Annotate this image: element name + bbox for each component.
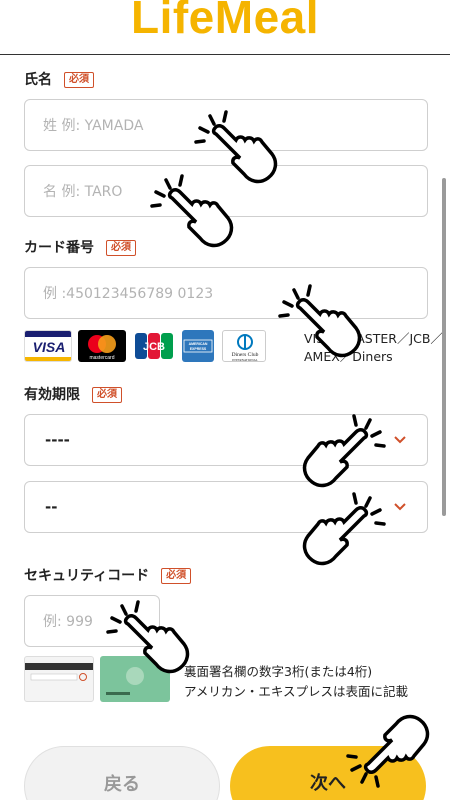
expiry-label: 有効期限 必須 [24, 385, 122, 405]
svg-text:EXPRESS: EXPRESS [190, 347, 207, 351]
required-badge: 必須 [106, 240, 136, 256]
security-code-input[interactable]: 例: 999 [24, 595, 160, 647]
name-label: 氏名 必須 [24, 70, 94, 90]
amex-logo: AMERICAN EXPRESS [182, 330, 214, 362]
required-badge: 必須 [161, 568, 192, 584]
expiry-year-select[interactable]: -- [24, 481, 428, 533]
scrollbar-thumb[interactable] [442, 178, 446, 516]
name-label-text: 氏名 [24, 72, 52, 88]
security-code-label: セキュリティコード 必須 [24, 566, 192, 586]
mastercard-text: mastercard [89, 355, 114, 361]
card-number-label-text: カード番号 [24, 240, 94, 256]
required-badge: 必須 [92, 387, 122, 403]
expiry-year-value: -- [45, 498, 58, 516]
visa-logo: VISA [24, 330, 72, 362]
security-code-placeholder: 例: 999 [43, 614, 93, 630]
card-back-image [24, 656, 94, 702]
accepted-brands-text: VISA／MASTER／JCB／ AMEX／Diners [304, 330, 450, 366]
svg-text:AMERICAN: AMERICAN [189, 342, 208, 346]
mastercard-logo: mastercard [78, 330, 126, 362]
first-name-placeholder: 名 例: TARO [43, 184, 123, 200]
jcb-logo: JCB [134, 330, 174, 362]
security-code-note-line2: アメリカン・エキスプレスは表面に記載 [184, 684, 409, 699]
visa-text: VISA [33, 339, 66, 355]
expiry-label-text: 有効期限 [24, 387, 80, 403]
security-code-label-text: セキュリティコード [24, 568, 150, 584]
card-number-label: カード番号 必須 [24, 238, 136, 258]
accepted-brands-line1: VISA／MASTER／JCB／ [304, 331, 443, 346]
accepted-brands-line2: AMEX／Diners [304, 349, 393, 364]
card-brands: VISA mastercard JCB AMERICAN EXPRESS Din… [24, 330, 444, 364]
card-number-placeholder: 例 :450123456789 0123 [43, 286, 214, 302]
last-name-placeholder: 姓 例: YAMADA [43, 118, 144, 134]
security-code-note-line1: 裏面署名欄の数字3桁(または4桁) [184, 664, 373, 679]
back-button[interactable]: 戻る [24, 746, 220, 800]
chevron-down-icon [394, 436, 406, 444]
chevron-down-icon [394, 503, 406, 511]
expiry-month-select[interactable]: ---- [24, 414, 428, 466]
card-number-input[interactable]: 例 :450123456789 0123 [24, 267, 428, 319]
svg-text:INTERNATIONAL: INTERNATIONAL [232, 358, 258, 362]
diners-logo: Diners Club INTERNATIONAL [222, 330, 266, 362]
jcb-text: JCB [143, 341, 165, 353]
lifemeal-logo: LifeMeal [130, 0, 320, 43]
first-name-input[interactable]: 名 例: TARO [24, 165, 428, 217]
security-code-note: 裏面署名欄の数字3桁(または4桁) アメリカン・エキスプレスは表面に記載 [184, 662, 408, 702]
expiry-month-value: ---- [45, 431, 70, 449]
required-badge: 必須 [64, 72, 94, 88]
last-name-input[interactable]: 姓 例: YAMADA [24, 99, 428, 151]
card-front-image [100, 656, 170, 702]
app-header: LifeMeal [0, 0, 450, 55]
next-button[interactable]: 次へ [230, 746, 426, 800]
